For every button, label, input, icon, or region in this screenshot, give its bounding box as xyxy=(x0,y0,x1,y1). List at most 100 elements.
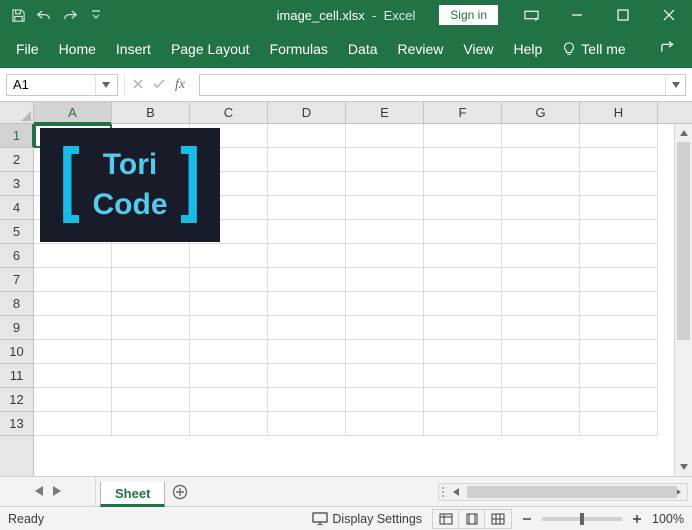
enter-formula-button[interactable] xyxy=(153,77,165,92)
vertical-scrollbar[interactable] xyxy=(674,124,692,476)
scroll-down-button[interactable] xyxy=(675,458,692,476)
name-box[interactable] xyxy=(6,74,118,96)
qat-customize-button[interactable] xyxy=(84,3,108,27)
embedded-image-line2: Code xyxy=(93,185,168,226)
monitor-icon xyxy=(312,512,328,525)
sheet-tabs: Sheet xyxy=(96,477,165,506)
column-header-a[interactable]: A xyxy=(34,102,112,123)
zoom-out-button[interactable] xyxy=(518,512,536,526)
view-page-break-button[interactable] xyxy=(485,510,511,528)
quick-access-toolbar xyxy=(0,0,108,30)
tab-file[interactable]: File xyxy=(8,35,47,63)
sheet-nav-next[interactable] xyxy=(51,482,63,501)
ribbon-display-options-button[interactable] xyxy=(508,0,554,30)
ribbon-tabs: File Home Insert Page Layout Formulas Da… xyxy=(0,30,692,68)
zoom-in-button[interactable] xyxy=(628,512,646,526)
tab-formulas[interactable]: Formulas xyxy=(262,35,336,63)
insert-function-button[interactable]: fx xyxy=(175,77,185,93)
tab-page-layout[interactable]: Page Layout xyxy=(163,35,258,63)
new-sheet-button[interactable] xyxy=(165,477,195,506)
horizontal-scroll-area xyxy=(195,477,692,506)
display-settings-label: Display Settings xyxy=(332,512,422,526)
row-header-5[interactable]: 5 xyxy=(0,220,33,244)
undo-button[interactable] xyxy=(32,3,56,27)
vertical-scroll-thumb[interactable] xyxy=(677,142,690,340)
cancel-formula-button[interactable] xyxy=(133,77,143,92)
horizontal-scroll-thumb[interactable] xyxy=(467,486,677,498)
status-bar: Ready Display Settings 100% xyxy=(0,506,692,530)
scroll-up-button[interactable] xyxy=(675,124,692,142)
tab-insert[interactable]: Insert xyxy=(108,35,159,63)
sheet-nav-prev[interactable] xyxy=(33,482,45,501)
formula-row: fx xyxy=(0,68,692,102)
appname-separator: - xyxy=(368,8,383,23)
scroll-left-button[interactable] xyxy=(447,483,465,501)
embedded-image[interactable]: [ Tori Code ] xyxy=(40,128,220,242)
column-header-c[interactable]: C xyxy=(190,102,268,123)
share-button[interactable] xyxy=(654,34,684,65)
filename-text: image_cell.xlsx xyxy=(277,8,365,23)
select-all-corner[interactable] xyxy=(0,102,34,123)
row-header-9[interactable]: 9 xyxy=(0,316,33,340)
tab-data[interactable]: Data xyxy=(340,35,386,63)
zoom-slider-thumb[interactable] xyxy=(580,513,584,525)
bracket-left-icon: [ xyxy=(50,161,89,209)
row-header-7[interactable]: 7 xyxy=(0,268,33,292)
zoom-level[interactable]: 100% xyxy=(652,512,684,526)
tell-me-button[interactable]: Tell me xyxy=(554,35,633,63)
column-header-b[interactable]: B xyxy=(112,102,190,123)
maximize-button[interactable] xyxy=(600,0,646,30)
column-headers: A B C D E F G H xyxy=(0,102,692,124)
sheet-tab-bar: Sheet xyxy=(0,476,692,506)
display-settings-button[interactable]: Display Settings xyxy=(308,510,426,528)
formula-bar[interactable] xyxy=(199,74,686,96)
horizontal-scroll-track[interactable] xyxy=(465,484,669,500)
row-header-13[interactable]: 13 xyxy=(0,412,33,436)
zoom-controls: 100% xyxy=(518,512,684,526)
row-header-6[interactable]: 6 xyxy=(0,244,33,268)
horizontal-scrollbar[interactable] xyxy=(438,483,688,501)
column-header-e[interactable]: E xyxy=(346,102,424,123)
grid-body: 1 2 3 4 5 6 7 8 9 10 11 12 13 [ Tori Cod… xyxy=(0,124,692,476)
status-ready: Ready xyxy=(8,512,44,526)
close-button[interactable] xyxy=(646,0,692,30)
embedded-image-text: Tori Code xyxy=(93,145,168,226)
tell-me-label: Tell me xyxy=(581,41,625,57)
sheet-tab-active[interactable]: Sheet xyxy=(100,482,165,507)
column-header-g[interactable]: G xyxy=(502,102,580,123)
row-header-11[interactable]: 11 xyxy=(0,364,33,388)
formula-toolbar: fx xyxy=(124,74,193,96)
tab-help[interactable]: Help xyxy=(506,35,551,63)
minimize-button[interactable] xyxy=(554,0,600,30)
view-page-layout-button[interactable] xyxy=(459,510,485,528)
name-box-dropdown[interactable] xyxy=(95,75,115,95)
save-button[interactable] xyxy=(6,3,30,27)
hscroll-resize-grip[interactable] xyxy=(439,486,447,498)
formula-bar-expand[interactable] xyxy=(665,75,685,95)
column-header-f[interactable]: F xyxy=(424,102,502,123)
cell-area[interactable]: [ Tori Code ] xyxy=(34,124,674,476)
sheet-nav xyxy=(0,477,96,506)
row-header-10[interactable]: 10 xyxy=(0,340,33,364)
sign-in-button[interactable]: Sign in xyxy=(439,5,498,25)
row-header-4[interactable]: 4 xyxy=(0,196,33,220)
tab-view[interactable]: View xyxy=(455,35,501,63)
column-header-h[interactable]: H xyxy=(580,102,658,123)
view-normal-button[interactable] xyxy=(433,510,459,528)
column-header-d[interactable]: D xyxy=(268,102,346,123)
zoom-slider[interactable] xyxy=(542,517,622,521)
redo-button[interactable] xyxy=(58,3,82,27)
formula-bar-input[interactable] xyxy=(200,75,665,95)
row-header-2[interactable]: 2 xyxy=(0,148,33,172)
vertical-scroll-track[interactable] xyxy=(675,142,692,458)
tab-review[interactable]: Review xyxy=(390,35,452,63)
tab-home[interactable]: Home xyxy=(51,35,104,63)
row-header-1[interactable]: 1 xyxy=(0,124,33,148)
lightbulb-icon xyxy=(562,42,576,56)
row-header-3[interactable]: 3 xyxy=(0,172,33,196)
name-box-input[interactable] xyxy=(7,75,95,95)
row-header-8[interactable]: 8 xyxy=(0,292,33,316)
row-header-12[interactable]: 12 xyxy=(0,388,33,412)
window-controls xyxy=(508,0,692,30)
appname-text: Excel xyxy=(384,8,416,23)
